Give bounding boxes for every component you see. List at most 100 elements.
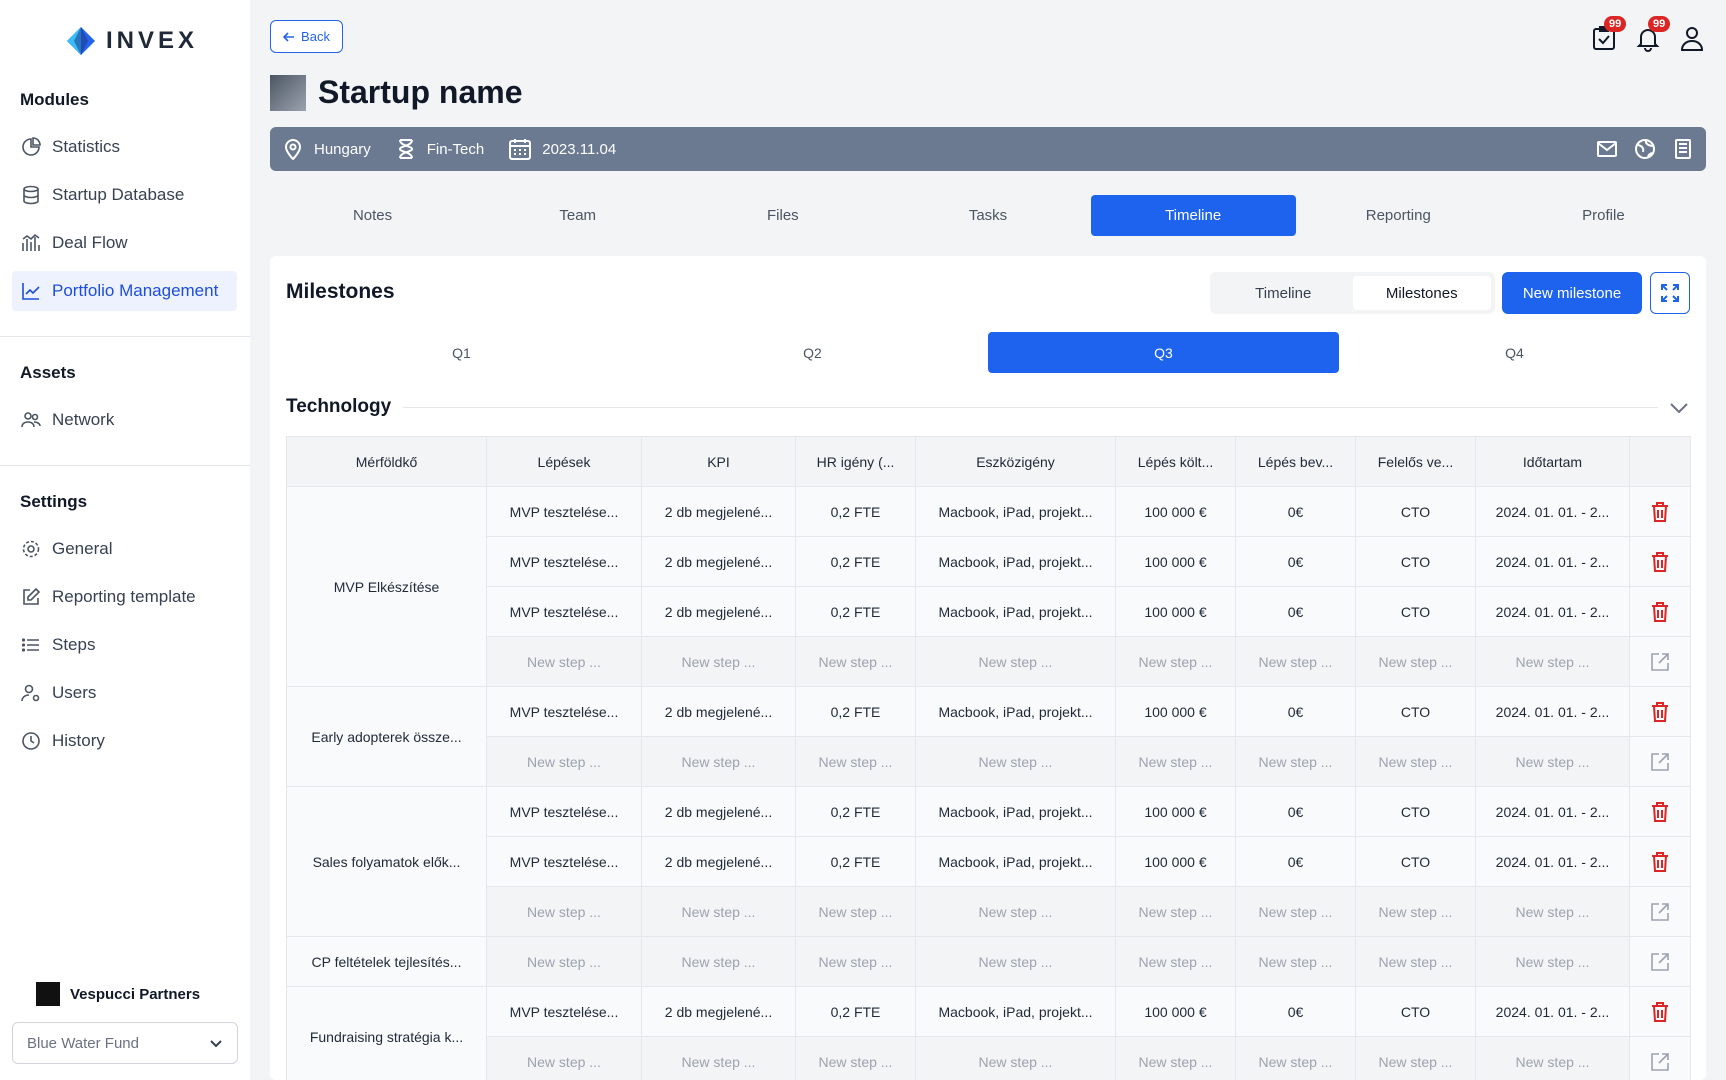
quarter-q4[interactable]: Q4 bbox=[1339, 332, 1690, 373]
table-cell[interactable]: Macbook, iPad, projekt... bbox=[915, 786, 1116, 837]
table-cell[interactable]: 100 000 € bbox=[1115, 986, 1236, 1037]
table-cell[interactable]: 0,2 FTE bbox=[795, 986, 916, 1037]
table-cell[interactable]: 2024. 01. 01. - 2... bbox=[1475, 536, 1630, 587]
tab-team[interactable]: Team bbox=[475, 195, 680, 236]
column-header[interactable]: Lépés bev... bbox=[1235, 436, 1356, 487]
table-cell[interactable]: 100 000 € bbox=[1115, 536, 1236, 587]
new-step-input[interactable]: New step ... bbox=[1475, 736, 1630, 787]
tab-profile[interactable]: Profile bbox=[1501, 195, 1706, 236]
table-cell[interactable]: 0€ bbox=[1235, 686, 1356, 737]
table-cell[interactable]: CTO bbox=[1355, 986, 1476, 1037]
table-cell[interactable]: 0€ bbox=[1235, 536, 1356, 587]
add-step-button[interactable] bbox=[1629, 1036, 1691, 1080]
add-step-button[interactable] bbox=[1629, 736, 1691, 787]
table-cell[interactable]: MVP tesztelése... bbox=[486, 486, 642, 537]
new-step-input[interactable]: New step ... bbox=[1115, 936, 1236, 987]
new-step-input[interactable]: New step ... bbox=[1475, 886, 1630, 937]
new-step-input[interactable]: New step ... bbox=[795, 1036, 916, 1080]
new-step-input[interactable]: New step ... bbox=[1355, 636, 1476, 687]
table-cell[interactable]: CTO bbox=[1355, 486, 1476, 537]
add-step-button[interactable] bbox=[1629, 886, 1691, 937]
document-icon[interactable] bbox=[1672, 138, 1694, 160]
sidebar-item-portfolio-management[interactable]: Portfolio Management bbox=[12, 271, 237, 311]
new-step-input[interactable]: New step ... bbox=[795, 636, 916, 687]
table-cell[interactable]: 0€ bbox=[1235, 486, 1356, 537]
sidebar-item-history[interactable]: History bbox=[12, 721, 237, 761]
tab-files[interactable]: Files bbox=[680, 195, 885, 236]
table-cell[interactable]: 0€ bbox=[1235, 986, 1356, 1037]
table-cell[interactable]: 0,2 FTE bbox=[795, 586, 916, 637]
table-cell[interactable]: MVP tesztelése... bbox=[486, 836, 642, 887]
table-cell[interactable]: 100 000 € bbox=[1115, 836, 1236, 887]
tab-timeline[interactable]: Timeline bbox=[1090, 195, 1296, 236]
brand-logo[interactable]: INVEX bbox=[66, 26, 198, 56]
table-cell[interactable]: 2024. 01. 01. - 2... bbox=[1475, 486, 1630, 537]
new-step-input[interactable]: New step ... bbox=[1235, 936, 1356, 987]
table-cell[interactable]: 0,2 FTE bbox=[795, 786, 916, 837]
quarter-q3[interactable]: Q3 bbox=[988, 332, 1339, 373]
column-header[interactable]: Mérföldkő bbox=[286, 436, 487, 487]
new-step-input[interactable]: New step ... bbox=[641, 636, 796, 687]
sidebar-item-deal-flow[interactable]: Deal Flow bbox=[12, 223, 237, 263]
table-cell[interactable]: 2 db megjelené... bbox=[641, 836, 796, 887]
table-cell[interactable]: 0,2 FTE bbox=[795, 836, 916, 887]
delete-step-button[interactable] bbox=[1629, 486, 1691, 537]
view-milestones-button[interactable]: Milestones bbox=[1352, 276, 1491, 310]
new-step-input[interactable]: New step ... bbox=[1355, 1036, 1476, 1080]
table-cell[interactable]: MVP tesztelése... bbox=[486, 786, 642, 837]
globe-icon[interactable] bbox=[1634, 138, 1656, 160]
milestone-name[interactable]: CP feltételek tejlesítés... bbox=[286, 936, 487, 987]
delete-step-button[interactable] bbox=[1629, 986, 1691, 1037]
table-cell[interactable]: Macbook, iPad, projekt... bbox=[915, 986, 1116, 1037]
table-cell[interactable]: MVP tesztelése... bbox=[486, 986, 642, 1037]
table-cell[interactable]: 0,2 FTE bbox=[795, 686, 916, 737]
table-cell[interactable]: 0,2 FTE bbox=[795, 536, 916, 587]
table-cell[interactable]: 100 000 € bbox=[1115, 586, 1236, 637]
milestone-name[interactable]: Fundraising stratégia k... bbox=[286, 986, 487, 1080]
milestone-name[interactable]: Sales folyamatok elők... bbox=[286, 786, 487, 937]
table-cell[interactable]: 2 db megjelené... bbox=[641, 786, 796, 837]
delete-step-button[interactable] bbox=[1629, 686, 1691, 737]
fund-select[interactable]: Blue Water Fund bbox=[12, 1022, 238, 1064]
sidebar-item-network[interactable]: Network bbox=[12, 400, 237, 440]
chevron-down-icon[interactable] bbox=[1668, 396, 1690, 418]
column-header[interactable]: Időtartam bbox=[1475, 436, 1630, 487]
quarter-q1[interactable]: Q1 bbox=[286, 332, 637, 373]
back-button[interactable]: Back bbox=[270, 20, 343, 53]
table-cell[interactable]: 2024. 01. 01. - 2... bbox=[1475, 986, 1630, 1037]
new-step-input[interactable]: New step ... bbox=[486, 886, 642, 937]
new-step-input[interactable]: New step ... bbox=[795, 936, 916, 987]
column-header[interactable]: Lépés költ... bbox=[1115, 436, 1236, 487]
sidebar-item-steps[interactable]: Steps bbox=[12, 625, 237, 665]
table-cell[interactable]: Macbook, iPad, projekt... bbox=[915, 836, 1116, 887]
table-cell[interactable]: Macbook, iPad, projekt... bbox=[915, 586, 1116, 637]
new-step-input[interactable]: New step ... bbox=[641, 936, 796, 987]
table-cell[interactable]: 100 000 € bbox=[1115, 786, 1236, 837]
table-cell[interactable]: CTO bbox=[1355, 586, 1476, 637]
table-cell[interactable]: Macbook, iPad, projekt... bbox=[915, 536, 1116, 587]
new-step-input[interactable]: New step ... bbox=[1235, 886, 1356, 937]
delete-step-button[interactable] bbox=[1629, 786, 1691, 837]
table-cell[interactable]: 2 db megjelené... bbox=[641, 536, 796, 587]
new-step-input[interactable]: New step ... bbox=[1235, 636, 1356, 687]
new-step-input[interactable]: New step ... bbox=[1355, 936, 1476, 987]
new-step-input[interactable]: New step ... bbox=[486, 936, 642, 987]
milestone-name[interactable]: Early adopterek össze... bbox=[286, 686, 487, 787]
column-header[interactable]: HR igény (... bbox=[795, 436, 916, 487]
sidebar-item-users[interactable]: Users bbox=[12, 673, 237, 713]
mail-icon[interactable] bbox=[1596, 138, 1618, 160]
new-step-input[interactable]: New step ... bbox=[486, 736, 642, 787]
column-header[interactable]: KPI bbox=[641, 436, 796, 487]
table-cell[interactable]: 2024. 01. 01. - 2... bbox=[1475, 836, 1630, 887]
new-step-input[interactable]: New step ... bbox=[486, 1036, 642, 1080]
sidebar-item-startup-database[interactable]: Startup Database bbox=[12, 175, 237, 215]
delete-step-button[interactable] bbox=[1629, 586, 1691, 637]
new-step-input[interactable]: New step ... bbox=[1475, 636, 1630, 687]
column-header[interactable]: Felelős ve... bbox=[1355, 436, 1476, 487]
delete-step-button[interactable] bbox=[1629, 836, 1691, 887]
table-cell[interactable]: 2 db megjelené... bbox=[641, 986, 796, 1037]
table-cell[interactable]: 100 000 € bbox=[1115, 686, 1236, 737]
new-step-input[interactable]: New step ... bbox=[641, 886, 796, 937]
new-milestone-button[interactable]: New milestone bbox=[1502, 272, 1642, 314]
new-step-input[interactable]: New step ... bbox=[1355, 736, 1476, 787]
